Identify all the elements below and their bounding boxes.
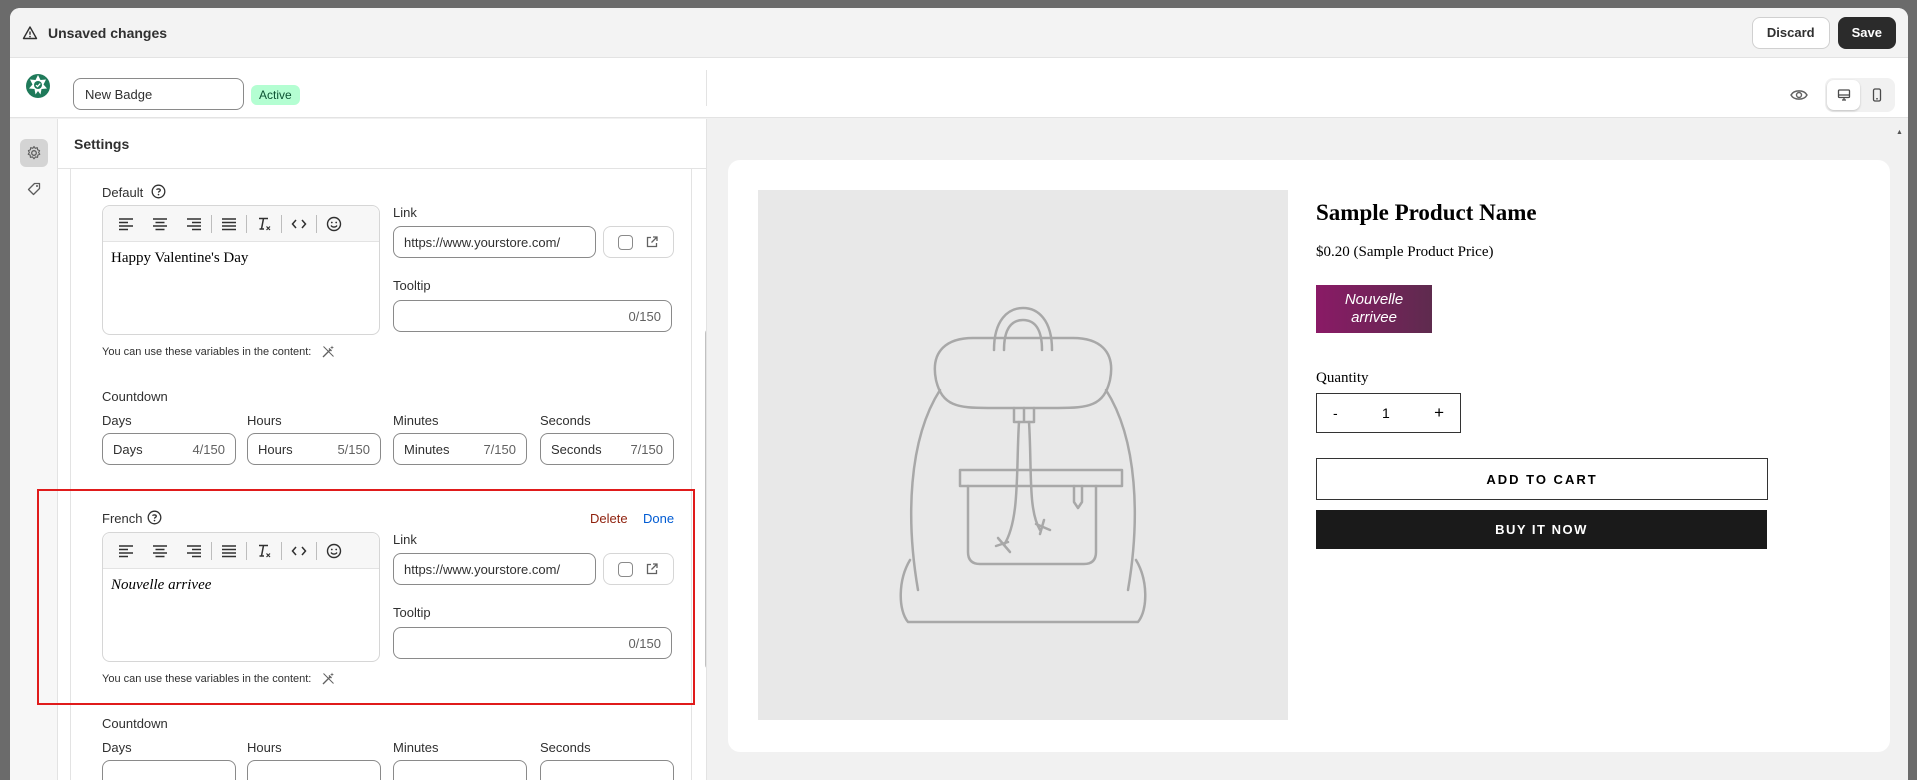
tag-icon bbox=[27, 182, 41, 196]
product-price: $0.20 (Sample Product Price) bbox=[1316, 244, 1494, 260]
justify-button[interactable] bbox=[212, 210, 246, 238]
days-label: Days bbox=[102, 740, 132, 755]
minutes-input[interactable]: Minutes 7/150 bbox=[393, 433, 527, 465]
seconds-input[interactable] bbox=[540, 760, 674, 780]
days-input-value: Days bbox=[113, 441, 143, 457]
link-input[interactable]: https://www.yourstore.com/ bbox=[393, 226, 596, 258]
panel-title: Settings bbox=[58, 119, 706, 169]
link-label: Link bbox=[393, 205, 417, 220]
editor-toolbar bbox=[103, 206, 379, 242]
tooltip-input[interactable]: 0/150 bbox=[393, 300, 672, 332]
seconds-label: Seconds bbox=[540, 413, 591, 428]
unsaved-changes-title: Unsaved changes bbox=[48, 24, 168, 41]
quantity-decrease-button[interactable]: - bbox=[1333, 405, 1338, 421]
align-center-button[interactable] bbox=[143, 210, 177, 238]
days-input[interactable] bbox=[102, 760, 236, 780]
gear-icon bbox=[27, 145, 41, 160]
desktop-icon bbox=[1837, 89, 1850, 101]
hours-input[interactable] bbox=[247, 760, 381, 780]
scroll-up-arrow[interactable]: ▲ bbox=[1896, 129, 1903, 136]
days-counter: 4/150 bbox=[192, 441, 225, 457]
hours-counter: 5/150 bbox=[337, 441, 370, 457]
justify-icon bbox=[222, 217, 236, 230]
backpack-icon bbox=[899, 306, 1147, 624]
seconds-input[interactable]: Seconds 7/150 bbox=[540, 433, 674, 465]
add-to-cart-button[interactable]: ADD TO CART bbox=[1316, 458, 1768, 500]
discard-button[interactable]: Discard bbox=[1751, 16, 1830, 49]
hours-input[interactable]: Hours 5/150 bbox=[247, 433, 381, 465]
eye-icon[interactable] bbox=[1790, 88, 1808, 102]
quantity-increase-button[interactable]: + bbox=[1434, 403, 1444, 423]
badge-preview[interactable]: Nouvelle arrivee bbox=[1316, 285, 1432, 333]
variables-note: You can use these variables in the conte… bbox=[102, 346, 312, 358]
app-window: Unsaved changes Discard Save Active bbox=[10, 8, 1908, 780]
minutes-label: Minutes bbox=[393, 413, 439, 428]
minutes-input-value: Minutes bbox=[404, 441, 450, 457]
code-icon bbox=[291, 219, 307, 228]
preview-scrollbar[interactable]: ▲ bbox=[1896, 129, 1903, 780]
align-right-icon bbox=[187, 217, 201, 230]
quantity-stepper: - 1 + bbox=[1316, 393, 1461, 433]
product-image bbox=[758, 190, 1288, 720]
rail-tag-button[interactable] bbox=[20, 175, 48, 203]
editor-content[interactable]: Happy Valentine's Day bbox=[111, 250, 248, 267]
warning-icon bbox=[22, 25, 38, 39]
scroll-up-arrow[interactable]: ▲ bbox=[705, 179, 706, 188]
hours-input-value: Hours bbox=[258, 441, 293, 457]
hours-label: Hours bbox=[247, 413, 282, 428]
clear-format-icon bbox=[259, 217, 271, 230]
external-link-icon[interactable] bbox=[645, 235, 659, 249]
minutes-input[interactable] bbox=[393, 760, 527, 780]
clear-format-button[interactable] bbox=[247, 210, 281, 238]
desktop-view-button[interactable] bbox=[1827, 80, 1860, 110]
default-language-label: Default bbox=[102, 185, 144, 200]
open-new-tab-checkbox[interactable] bbox=[618, 234, 633, 250]
default-content-editor[interactable]: Happy Valentine's Day bbox=[102, 205, 380, 335]
seconds-counter: 7/150 bbox=[630, 441, 663, 457]
header-divider bbox=[706, 70, 707, 106]
tooltip-label: Tooltip bbox=[393, 278, 431, 293]
panel-scrollbar[interactable] bbox=[705, 329, 706, 669]
status-badge: Active bbox=[251, 85, 300, 105]
highlight-frame bbox=[37, 489, 695, 705]
mobile-view-button[interactable] bbox=[1860, 80, 1893, 110]
hours-label: Hours bbox=[247, 740, 282, 755]
save-button[interactable]: Save bbox=[1837, 16, 1896, 49]
help-icon[interactable] bbox=[151, 184, 166, 199]
days-label: Days bbox=[102, 413, 132, 428]
product-preview-card: Sample Product Name $0.20 (Sample Produc… bbox=[728, 160, 1890, 752]
minutes-label: Minutes bbox=[393, 740, 439, 755]
align-left-button[interactable] bbox=[109, 210, 143, 238]
align-center-icon bbox=[153, 217, 167, 230]
editor-header: Active bbox=[10, 58, 1908, 118]
seconds-label: Seconds bbox=[540, 740, 591, 755]
code-button[interactable] bbox=[282, 210, 316, 238]
app-logo-icon bbox=[26, 74, 50, 98]
quantity-label: Quantity bbox=[1316, 370, 1369, 386]
link-options bbox=[603, 226, 674, 258]
product-name: Sample Product Name bbox=[1316, 200, 1537, 225]
link-input-value: https://www.yourstore.com/ bbox=[404, 234, 561, 250]
quantity-value[interactable]: 1 bbox=[1382, 405, 1390, 421]
mobile-icon bbox=[1872, 88, 1881, 102]
seconds-input-value: Seconds bbox=[551, 441, 602, 457]
minutes-counter: 7/150 bbox=[483, 441, 516, 457]
emoji-button[interactable] bbox=[317, 210, 351, 238]
countdown-title: Countdown bbox=[102, 716, 168, 731]
badge-name-input[interactable] bbox=[73, 78, 244, 110]
days-input[interactable]: Days 4/150 bbox=[102, 433, 236, 465]
emoji-icon bbox=[326, 216, 342, 231]
tooltip-counter: 0/150 bbox=[628, 308, 661, 324]
rail-settings-button[interactable] bbox=[20, 139, 48, 167]
unsaved-changes-bar: Unsaved changes Discard Save bbox=[10, 8, 1908, 58]
device-toggle bbox=[1825, 78, 1895, 112]
align-left-icon bbox=[119, 217, 133, 230]
magic-wand-icon[interactable] bbox=[321, 344, 336, 359]
countdown-title: Countdown bbox=[102, 389, 168, 404]
align-right-button[interactable] bbox=[177, 210, 211, 238]
buy-it-now-button[interactable]: BUY IT NOW bbox=[1316, 510, 1767, 549]
